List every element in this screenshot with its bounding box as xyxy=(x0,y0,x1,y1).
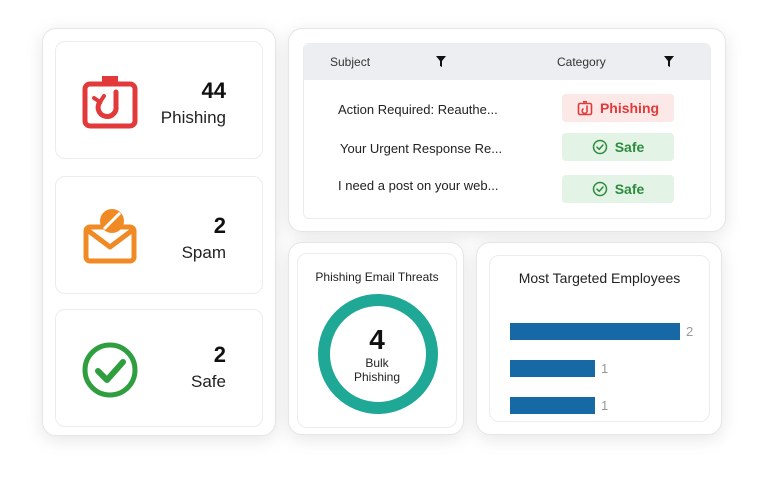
check-circle-icon xyxy=(592,181,607,197)
threats-title: Phishing Email Threats xyxy=(315,270,439,284)
subject-filter-icon[interactable] xyxy=(436,56,446,67)
safe-label: Safe xyxy=(191,372,226,391)
table-row-subject[interactable]: Your Urgent Response Re... xyxy=(340,141,502,156)
phishing-threats-panel: Phishing Email Threats 4 Bulk Phishing xyxy=(288,242,464,435)
table-row-subject[interactable]: I need a post on your web... xyxy=(338,178,498,193)
table-row-subject[interactable]: Action Required: Reauthe... xyxy=(338,102,498,117)
subject-header[interactable]: Subject xyxy=(330,55,370,69)
phishing-count: 44 xyxy=(201,78,226,103)
category-filter-icon[interactable] xyxy=(664,56,674,67)
spam-label: Spam xyxy=(181,243,226,262)
bar[interactable] xyxy=(510,360,595,377)
targeted-employees-panel: Most Targeted Employees 211 xyxy=(476,242,722,435)
safe-badge: Safe xyxy=(562,175,674,203)
safe-stat-card[interactable]: 2 Safe xyxy=(55,309,263,427)
email-table: Subject Category Action Required: Reauth… xyxy=(303,43,711,219)
category-label: Phishing xyxy=(599,100,660,116)
phishing-hook-icon xyxy=(577,101,593,116)
spam-envelope-icon xyxy=(83,209,137,264)
bar-value-label: 2 xyxy=(686,324,693,339)
phishing-stat-card[interactable]: 44 Phishing xyxy=(55,41,263,159)
threats-label-line1: Bulk xyxy=(365,356,389,370)
table-header: Subject Category xyxy=(304,44,710,80)
threats-label-line2: Phishing xyxy=(353,370,401,384)
bar-chart: 2 1 1 xyxy=(510,323,693,414)
summary-panel: 44 Phishing 2 Spam 2 Safe xyxy=(42,28,276,436)
bar[interactable] xyxy=(510,397,595,414)
category-header[interactable]: Category xyxy=(557,55,606,69)
check-circle-icon xyxy=(592,139,607,155)
spam-stat-card[interactable]: 2 Spam xyxy=(55,176,263,294)
category-label: Safe xyxy=(614,181,645,197)
check-circle-icon xyxy=(82,342,138,398)
safe-badge: Safe xyxy=(562,133,674,161)
threats-count: 4 xyxy=(369,324,385,355)
phishing-hook-icon xyxy=(82,76,138,129)
spam-count: 2 xyxy=(213,213,226,238)
phishing-label: Phishing xyxy=(160,108,226,127)
phishing-threats-card[interactable]: Phishing Email Threats 4 Bulk Phishing xyxy=(297,253,457,428)
bar-value-label: 1 xyxy=(601,361,608,376)
phishing-badge: Phishing xyxy=(562,94,674,122)
bar[interactable] xyxy=(510,323,680,340)
targeted-employees-card: Most Targeted Employees 211 xyxy=(489,255,710,422)
bar-value-label: 1 xyxy=(601,398,608,413)
category-label: Safe xyxy=(614,139,645,155)
email-table-panel: Subject Category Action Required: Reauth… xyxy=(288,28,726,232)
safe-count: 2 xyxy=(213,342,226,367)
